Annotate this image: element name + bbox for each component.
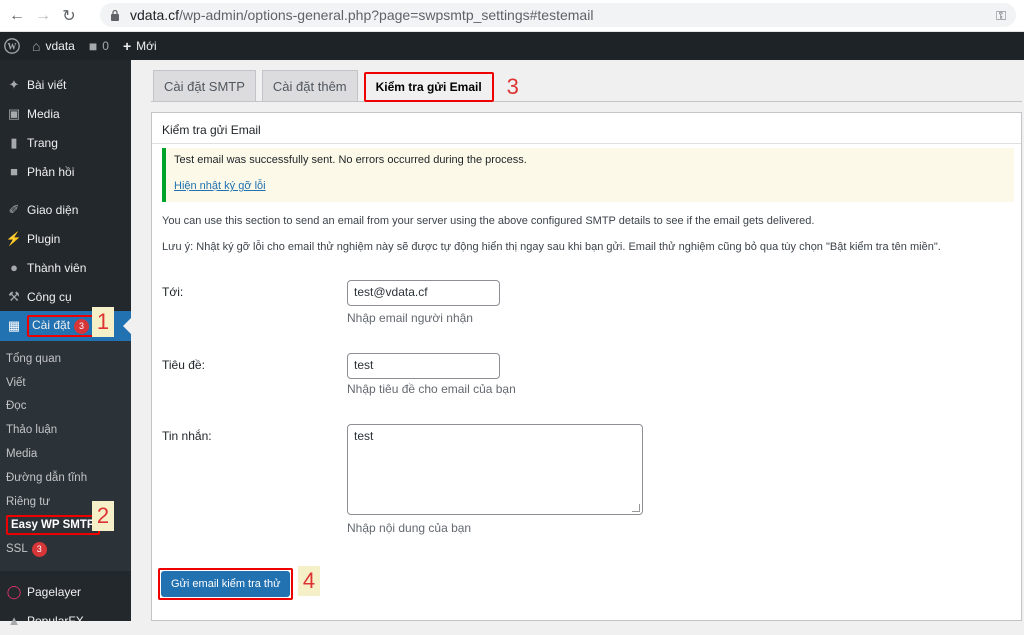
sidebar-item-pages[interactable]: ▮ Trang — [0, 128, 131, 157]
sidebar-item-media[interactable]: ▣ Media — [0, 99, 131, 128]
easy-wp-smtp-highlight: Easy WP SMTP — [6, 515, 100, 536]
pin-icon: ✦ — [8, 76, 20, 92]
to-help-text: Nhập email người nhận — [347, 311, 473, 325]
submenu-writing[interactable]: Viết — [0, 371, 131, 395]
pagelayer-icon: ◯ — [6, 583, 22, 599]
sidebar-item-label: Bài viết — [27, 77, 67, 92]
message-value: test — [354, 429, 374, 443]
panel-divider — [152, 143, 1021, 144]
sidebar-item-label: Cài đặt — [32, 318, 71, 332]
notice-message: Test email was successfully sent. No err… — [174, 154, 527, 166]
sidebar-item-label: Trang — [27, 135, 58, 150]
subject-input[interactable]: test — [347, 353, 500, 379]
comment-icon: ■ — [10, 164, 18, 179]
site-name-link[interactable]: ⌂ vdata — [32, 38, 75, 54]
submenu-ssl-label: SSL — [6, 543, 28, 556]
home-icon: ⌂ — [32, 38, 41, 54]
brush-icon: ✐ — [8, 201, 20, 217]
show-debug-log-link[interactable]: Hiện nhật ký gỡ lỗi — [174, 180, 266, 192]
submit-highlight: Gửi email kiểm tra thử — [158, 568, 294, 600]
tab-smtp-settings[interactable]: Cài đặt SMTP — [153, 70, 256, 102]
sidebar-item-posts[interactable]: ✦ Bài viết — [0, 70, 131, 99]
submenu-discussion[interactable]: Thảo luận — [0, 418, 131, 442]
sidebar-item-pagelayer[interactable]: ◯ Pagelayer — [0, 577, 131, 606]
admin-sidebar: ✦ Bài viết ▣ Media ▮ Trang ■ Phản hồi ✐ Giao … — [0, 60, 131, 628]
submenu-media[interactable]: Media — [0, 442, 131, 466]
callout-2: 2 — [92, 501, 114, 531]
tab-additional-settings[interactable]: Cài đặt thêm — [261, 70, 358, 102]
note-label: Lưu ý: — [162, 241, 194, 253]
submenu-general[interactable]: Tổng quan — [0, 347, 131, 371]
success-notice: Test email was successfully sent. No err… — [162, 148, 1014, 202]
user-icon: ● — [10, 260, 18, 275]
sidebar-item-label: Media — [27, 106, 60, 121]
new-label: Mới — [136, 39, 157, 53]
test-email-panel: Kiểm tra gửi Email Test email was succes… — [151, 112, 1022, 621]
sidebar-item-label: Phản hồi — [27, 164, 75, 179]
main-content: Cài đặt SMTP Cài đặt thêm Kiểm tra gửi E… — [131, 60, 1024, 621]
resize-handle-icon[interactable] — [632, 504, 640, 512]
sidebar-item-users[interactable]: ● Thành viên — [0, 253, 131, 282]
browser-toolbar: ← → ↻ vdata.cf/wp-admin/options-general.… — [0, 0, 1024, 32]
message-label: Tin nhắn: — [162, 429, 212, 443]
sidebar-item-comments[interactable]: ■ Phản hồi — [0, 157, 131, 186]
address-bar[interactable]: vdata.cf/wp-admin/options-general.php?pa… — [100, 3, 1016, 27]
sidebar-item-appearance[interactable]: ✐ Giao diện — [0, 195, 131, 224]
svg-text:W: W — [8, 42, 17, 52]
settings-tabs: Cài đặt SMTP Cài đặt thêm Kiểm tra gửi E… — [153, 70, 524, 102]
settings-badge: 3 — [74, 319, 90, 334]
message-textarea[interactable]: test — [347, 424, 643, 515]
settings-highlight: Cài đặt 3 — [27, 315, 95, 337]
note-text: Lưu ý: Nhật ký gỡ lỗi cho email thử nghi… — [162, 241, 941, 253]
comments-link[interactable]: ■ 0 — [89, 38, 109, 54]
wordpress-logo-icon[interactable]: W — [4, 38, 20, 54]
settings-icon: ▦ — [7, 318, 21, 333]
sidebar-item-label: Plugin — [27, 231, 61, 246]
sidebar-item-plugins[interactable]: ⚡ Plugin — [0, 224, 131, 253]
settings-submenu: Tổng quan Viết Đọc Thảo luận Media Đường… — [0, 341, 131, 572]
url-path: /wp-admin/options-general.php?page=swpsm… — [179, 7, 594, 23]
to-email-input[interactable]: test@vdata.cf — [347, 280, 500, 306]
sidebar-item-label: Giao diện — [27, 202, 79, 217]
subject-label: Tiêu đề: — [162, 358, 205, 372]
wp-admin-bar: W ⌂ vdata ■ 0 + Mới — [0, 32, 1024, 60]
to-label: Tới: — [162, 285, 184, 299]
tab-test-email[interactable]: Kiểm tra gửi Email — [363, 72, 494, 102]
submenu-permalinks[interactable]: Đường dẫn tĩnh — [0, 466, 131, 490]
ssl-badge: 3 — [31, 541, 47, 557]
submenu-ssl[interactable]: SSL 3 — [0, 537, 131, 561]
submenu-reading[interactable]: Đọc — [0, 395, 131, 419]
page-icon: ▮ — [10, 134, 18, 150]
site-name: vdata — [45, 39, 75, 53]
subject-help-text: Nhập tiêu đề cho email của bạn — [347, 382, 516, 396]
new-content-link[interactable]: + Mới — [123, 38, 157, 54]
callout-3: 3 — [506, 74, 519, 99]
panel-title: Kiểm tra gửi Email — [162, 123, 261, 137]
note-body: Nhật ký gỡ lỗi cho email thử nghiệm này … — [193, 241, 941, 253]
reload-icon[interactable]: ↻ — [56, 3, 82, 29]
wrench-icon: ⚒ — [8, 288, 20, 304]
callout-1: 1 — [92, 307, 114, 337]
sidebar-item-label: Công cụ — [27, 289, 72, 304]
forward-arrow-icon[interactable]: → — [30, 3, 56, 29]
plugin-icon: ⚡ — [5, 230, 23, 246]
key-icon[interactable]: ⚿ — [996, 8, 1006, 24]
media-icon: ▣ — [7, 105, 21, 121]
comment-bubble-icon: ■ — [88, 38, 98, 54]
send-test-email-button[interactable]: Gửi email kiểm tra thử — [161, 571, 291, 597]
back-arrow-icon[interactable]: ← — [4, 3, 30, 29]
section-description: You can use this section to send an emai… — [162, 215, 815, 227]
message-help-text: Nhập nội dung của bạn — [347, 521, 472, 535]
url-host: vdata.cf — [130, 7, 180, 23]
sidebar-item-label: Pagelayer — [27, 584, 82, 599]
lock-icon — [111, 9, 119, 21]
plus-icon: + — [122, 38, 132, 54]
callout-4: 4 — [298, 566, 320, 596]
sidebar-item-label: Thành viên — [27, 260, 87, 275]
comments-count: 0 — [102, 39, 109, 53]
